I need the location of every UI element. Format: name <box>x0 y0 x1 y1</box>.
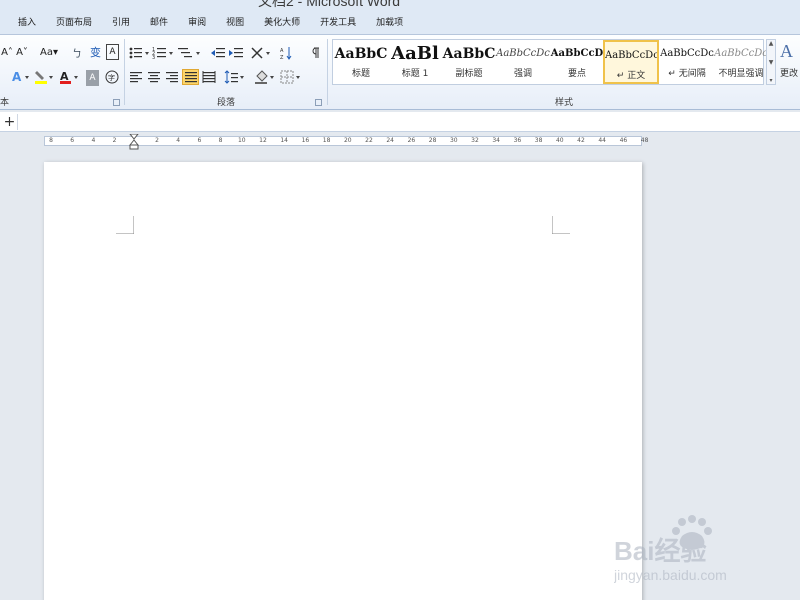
horizontal-ruler[interactable]: 8 6 4 2 2 4 6 8 10 12 14 16 18 20 22 24 26 28 30 32 34 36 38 40… <box>44 134 648 150</box>
tab-addins[interactable]: 加载项 <box>366 12 413 34</box>
shading-icon[interactable] <box>254 69 276 85</box>
line-spacing-icon[interactable] <box>224 69 246 85</box>
svg-text:3: 3 <box>152 55 155 60</box>
char-border-button[interactable]: A <box>106 44 119 60</box>
ribbon: A˄ A˅ Aa▾ ㄅ 变 A A A A 字 本 123 A Z 段落 AaB… <box>0 34 800 110</box>
quick-bar: + <box>0 112 800 132</box>
watermark-url: jingyan.baidu.com <box>614 567 727 583</box>
margin-corner-top-left <box>116 216 134 234</box>
distributed-icon[interactable] <box>201 69 217 85</box>
text-effect-icon[interactable]: 变 <box>88 44 102 60</box>
title-bar: 文档2 - Microsoft Word <box>0 0 800 12</box>
baidu-watermark-logo: Bai经验 jingyan.baidu.com <box>614 515 727 583</box>
ruler-tick-label: 14 <box>280 137 289 144</box>
ruler-tick-label: 40 <box>555 137 564 144</box>
svg-text:Z: Z <box>280 55 284 60</box>
ruler-tick-label: 36 <box>513 137 522 144</box>
ruler-tick-label: 8 <box>218 137 223 144</box>
ribbon-tabs: 插入 页面布局 引用 邮件 审阅 视图 美化大师 开发工具 加载项 <box>0 12 800 34</box>
chinese-layout-icon[interactable] <box>250 45 272 61</box>
group-divider <box>124 39 125 105</box>
ruler-tick-label: 2 <box>155 137 159 144</box>
add-icon[interactable]: + <box>2 114 18 130</box>
align-left-icon[interactable] <box>128 69 144 85</box>
ruler-tick-label: 12 <box>259 137 267 144</box>
font-color-button[interactable]: A <box>58 69 80 85</box>
ruler-tick-label: 32 <box>471 137 479 144</box>
margin-corner-top-right <box>552 216 570 234</box>
document-page[interactable] <box>44 162 642 600</box>
sort-icon[interactable]: AZ <box>280 45 294 61</box>
svg-text:A: A <box>280 48 284 54</box>
shrink-font-button[interactable]: A˅ <box>15 44 29 60</box>
borders-icon[interactable] <box>280 69 302 85</box>
tab-references[interactable]: 引用 <box>102 12 140 34</box>
bullets-icon[interactable] <box>128 45 150 61</box>
ruler-tick-label: 44 <box>598 137 607 144</box>
multilevel-list-icon[interactable] <box>178 45 202 61</box>
ruler-tick-label: 42 <box>577 137 585 144</box>
ruler-tick-label: 10 <box>237 137 246 144</box>
ruler-tick-label: 18 <box>322 137 331 144</box>
svg-text:变: 变 <box>90 45 101 59</box>
enclose-char-icon[interactable]: 字 <box>104 69 120 85</box>
show-marks-icon[interactable] <box>308 45 322 61</box>
ruler-tick-label: 6 <box>70 137 75 144</box>
ruler-tick-label: 16 <box>301 137 310 144</box>
ruler-tick-label: 48 <box>640 137 649 144</box>
numbering-icon[interactable]: 123 <box>152 45 174 61</box>
font-dialog-launcher[interactable] <box>113 99 120 106</box>
tab-insert[interactable]: 插入 <box>0 12 46 34</box>
font-group-label: 本 <box>0 98 10 108</box>
ruler-tick-label: 8 <box>49 137 53 144</box>
tab-page-layout[interactable]: 页面布局 <box>46 12 102 34</box>
align-center-icon[interactable] <box>146 69 162 85</box>
tab-developer[interactable]: 开发工具 <box>310 12 366 34</box>
ruler-tick-label: 4 <box>176 137 181 144</box>
ruler-tick-label: 34 <box>492 137 501 144</box>
change-case-button[interactable]: Aa▾ <box>38 44 60 60</box>
window-title: 文档2 - Microsoft Word <box>258 0 401 9</box>
styles-group: 样式 <box>328 35 800 110</box>
highlight-color-button[interactable] <box>33 69 55 85</box>
paragraph-dialog-launcher[interactable] <box>315 99 322 106</box>
ruler-tick-label: 4 <box>91 137 96 144</box>
text-effects-button[interactable]: A <box>10 69 32 85</box>
justify-icon[interactable] <box>182 69 199 85</box>
ruler-tick-label: 30 <box>449 137 458 144</box>
decrease-indent-icon[interactable] <box>210 45 226 61</box>
increase-indent-icon[interactable] <box>228 45 244 61</box>
tab-view[interactable]: 视图 <box>216 12 254 34</box>
ruler-tick-label: 26 <box>407 137 416 144</box>
svg-text:字: 字 <box>108 73 115 82</box>
char-shading-button[interactable]: A <box>86 70 99 86</box>
watermark-brand: Bai经验 <box>614 536 706 566</box>
svg-text:A: A <box>12 70 22 84</box>
ruler-tick-label: 24 <box>386 137 395 144</box>
indent-marker-icon[interactable] <box>129 134 139 150</box>
ruler-tick-label: 2 <box>112 137 117 144</box>
ruler-tick-label: 22 <box>365 137 373 144</box>
ruler-tick-label: 38 <box>534 137 543 144</box>
ruler-tick-label: 6 <box>197 137 202 144</box>
ruler-tick-label: 20 <box>343 137 352 144</box>
font-group: A˄ A˅ Aa▾ ㄅ 变 A A A A 字 本 <box>0 35 124 110</box>
phonetic-guide-button[interactable]: ㄅ <box>70 44 84 60</box>
tab-review[interactable]: 审阅 <box>178 12 216 34</box>
grow-font-button[interactable]: A˄ <box>0 44 14 60</box>
paragraph-group-label: 段落 <box>216 98 235 108</box>
align-right-icon[interactable] <box>164 69 180 85</box>
tab-beautify[interactable]: 美化大师 <box>254 12 310 34</box>
styles-group-label: 样式 <box>554 98 573 108</box>
ruler-tick-label: 46 <box>619 137 628 144</box>
ruler-tick-label: 28 <box>428 137 437 144</box>
tab-mailings[interactable]: 邮件 <box>140 12 178 34</box>
paragraph-group: 123 AZ 段落 <box>126 35 326 110</box>
